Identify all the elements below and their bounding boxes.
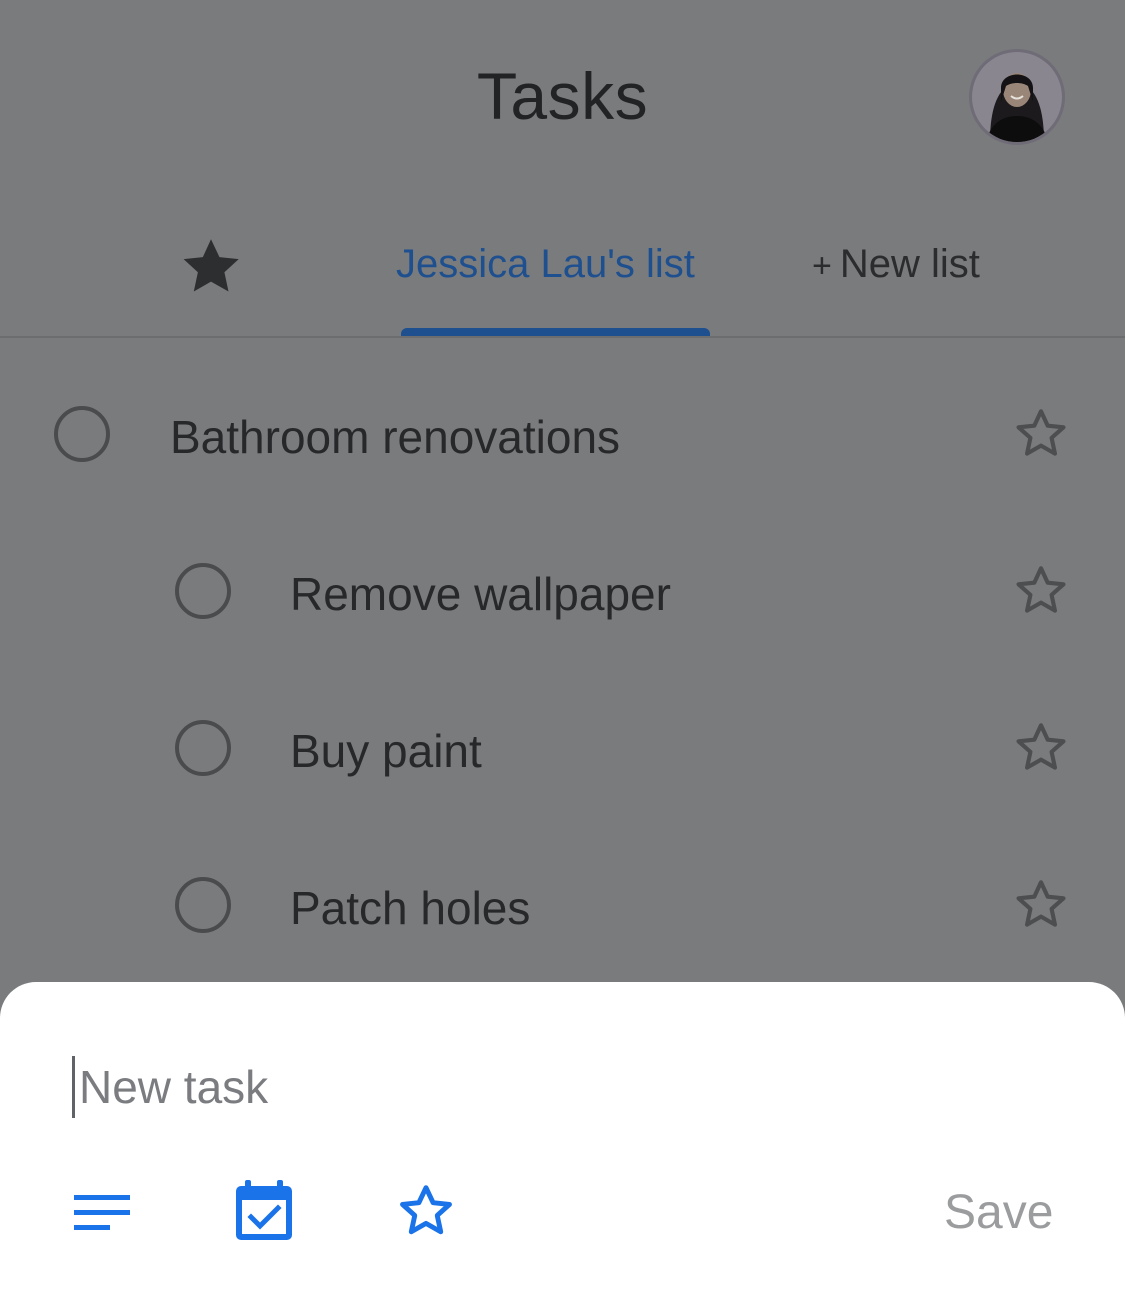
- page-title: Tasks: [476, 59, 649, 133]
- subtask-row[interactable]: Patch holes: [0, 856, 1125, 956]
- task-checkbox[interactable]: [54, 406, 110, 462]
- task-title[interactable]: Remove wallpaper: [290, 567, 671, 621]
- task-title[interactable]: Bathroom renovations: [170, 410, 620, 464]
- new-task-sheet: Save: [0, 982, 1125, 1296]
- new-list-button[interactable]: + New list: [812, 242, 980, 287]
- star-outline-icon[interactable]: [1010, 874, 1072, 936]
- new-task-input[interactable]: [72, 1056, 972, 1118]
- subtask-row[interactable]: Remove wallpaper: [0, 542, 1125, 642]
- star-outline-icon[interactable]: [394, 1181, 458, 1243]
- subtask-row[interactable]: Buy paint: [0, 699, 1125, 799]
- star-filled-icon[interactable]: [176, 232, 246, 302]
- star-outline-icon[interactable]: [1010, 403, 1072, 465]
- active-tab-indicator: [401, 328, 710, 336]
- avatar[interactable]: [969, 49, 1065, 145]
- tab-jessica-lau-list[interactable]: Jessica Lau's list: [396, 242, 695, 287]
- avatar-image: [972, 52, 1062, 142]
- task-checkbox[interactable]: [175, 563, 231, 619]
- star-outline-icon[interactable]: [1010, 560, 1072, 622]
- task-checkbox[interactable]: [175, 720, 231, 776]
- new-list-label: New list: [839, 242, 980, 286]
- task-checkbox[interactable]: [175, 877, 231, 933]
- task-row[interactable]: Bathroom renovations: [0, 385, 1125, 485]
- calendar-check-icon[interactable]: [234, 1180, 294, 1242]
- save-button[interactable]: Save: [944, 1185, 1053, 1240]
- details-lines-icon[interactable]: [74, 1193, 130, 1233]
- star-outline-icon[interactable]: [1010, 717, 1072, 779]
- task-title[interactable]: Buy paint: [290, 724, 482, 778]
- plus-icon: +: [812, 247, 832, 285]
- tasks-screen: Tasks Jessica Lau's list + New list Bathr…: [0, 0, 1125, 1296]
- task-title[interactable]: Patch holes: [290, 881, 530, 935]
- list-tabs: Jessica Lau's list + New list: [0, 200, 1125, 338]
